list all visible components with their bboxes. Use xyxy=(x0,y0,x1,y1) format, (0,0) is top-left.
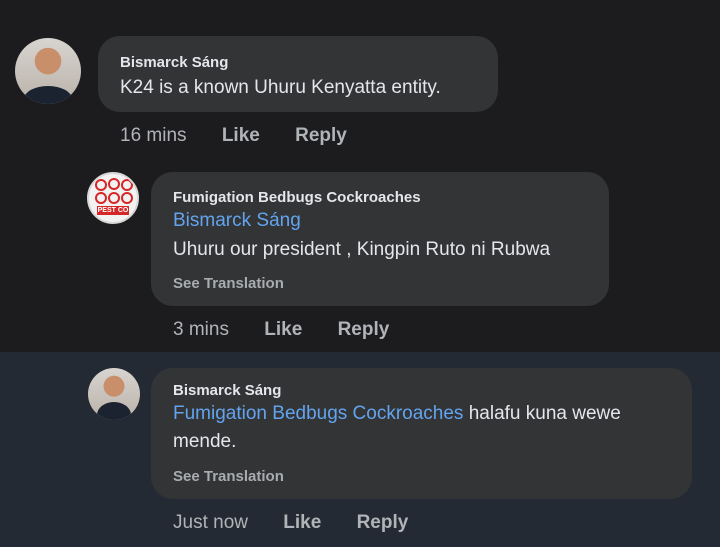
comment-3: Bismarck Sáng Fumigation Bedbugs Cockroa… xyxy=(0,352,720,547)
avatar[interactable] xyxy=(88,368,140,420)
see-translation-link[interactable]: See Translation xyxy=(173,468,284,485)
comment-1: Bismarck Sáng K24 is a known Uhuru Kenya… xyxy=(0,0,720,170)
no-pest-icon xyxy=(121,192,133,204)
no-pest-icon xyxy=(95,179,107,191)
reply-button[interactable]: Reply xyxy=(295,125,347,146)
comment-bubble: Fumigation Bedbugs Cockroaches Bismarck … xyxy=(151,172,609,306)
comment-meta: Just now Like Reply xyxy=(173,512,438,534)
like-button[interactable]: Like xyxy=(283,512,321,533)
comment-text-line-1: halafu kuna wewe xyxy=(463,403,621,424)
like-button[interactable]: Like xyxy=(264,319,302,340)
author-name[interactable]: Fumigation Bedbugs Cockroaches xyxy=(173,189,421,206)
no-pest-icon xyxy=(95,192,107,204)
comment-text: Fumigation Bedbugs Cockroaches halafu ku… xyxy=(173,400,683,456)
comment-text: K24 is a known Uhuru Kenyatta entity. xyxy=(120,77,441,98)
like-button[interactable]: Like xyxy=(222,125,260,146)
reply-button[interactable]: Reply xyxy=(357,512,409,533)
comment-bubble: Bismarck Sáng K24 is a known Uhuru Kenya… xyxy=(98,36,498,112)
timestamp: Just now xyxy=(173,512,248,533)
reply-button[interactable]: Reply xyxy=(338,319,390,340)
comment-text: Uhuru our president , Kingpin Ruto ni Ru… xyxy=(173,239,551,260)
no-pest-icon xyxy=(121,179,133,191)
avatar[interactable]: PEST CO xyxy=(87,172,139,224)
timestamp: 3 mins xyxy=(173,319,229,340)
see-translation-link[interactable]: See Translation xyxy=(173,275,284,292)
comment-bubble: Bismarck Sáng Fumigation Bedbugs Cockroa… xyxy=(151,368,692,499)
comment-meta: 3 mins Like Reply xyxy=(173,319,419,341)
avatar[interactable] xyxy=(15,38,81,104)
mention-link[interactable]: Fumigation Bedbugs Cockroaches xyxy=(173,403,463,424)
mention-link[interactable]: Bismarck Sáng xyxy=(173,207,301,235)
comment-text-line-2: mende. xyxy=(173,431,237,452)
no-pest-icon xyxy=(108,178,120,190)
pest-control-badge: PEST CO xyxy=(97,206,129,215)
author-name[interactable]: Bismarck Sáng xyxy=(173,382,281,399)
comment-2: PEST CO Fumigation Bedbugs Cockroaches B… xyxy=(0,170,720,352)
timestamp: 16 mins xyxy=(120,125,187,146)
author-name[interactable]: Bismarck Sáng xyxy=(120,54,228,71)
no-pest-icon xyxy=(108,192,120,204)
comment-meta: 16 mins Like Reply xyxy=(120,125,377,147)
